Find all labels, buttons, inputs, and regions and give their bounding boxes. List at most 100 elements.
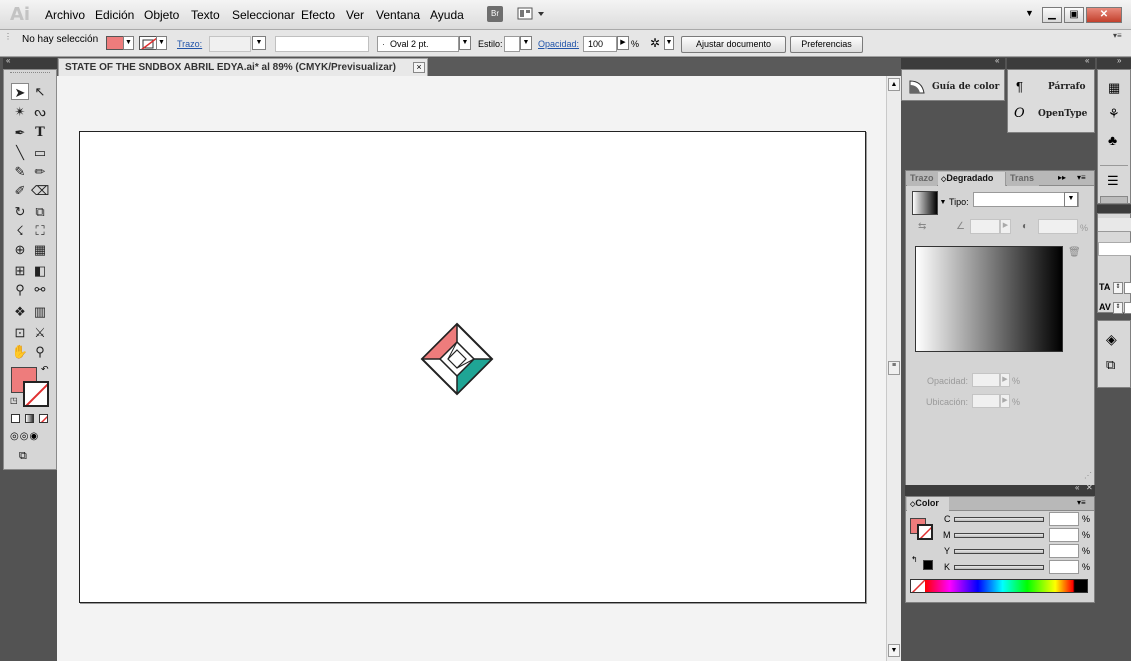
scale-tool-icon[interactable]: ⧉ [31,203,49,220]
gradient-tool-icon[interactable]: ◧ [31,262,49,279]
selection-tool-icon[interactable]: ➤ [11,83,29,100]
yellow-slider[interactable] [954,549,1044,554]
black-swatch[interactable] [923,560,933,570]
stop-location-dropdown[interactable]: ▶ [1000,394,1010,408]
default-colors-icon[interactable]: ◳ [10,396,18,405]
workspace-dropdown-icon[interactable]: ▼ [1025,8,1034,18]
arrange-documents-button[interactable] [517,6,547,22]
brush-dropdown[interactable]: ▼ [459,36,471,50]
stroke-dropdown[interactable]: ▼ [156,36,167,50]
stroke-color-box[interactable] [23,381,49,407]
pen-tool-icon[interactable]: ✒ [11,124,29,141]
vertical-scrollbar[interactable]: ▲ ≡ ▼ [886,76,901,661]
tab-color[interactable]: ◇Color [907,497,949,511]
preferencias-button[interactable]: Preferencias [790,36,863,53]
eyedropper-tool-icon[interactable]: ⚲ [11,281,29,298]
tab-degradado[interactable]: ◇Degradado [938,172,1006,186]
perspective-grid-tool-icon[interactable]: ▦ [31,241,49,258]
menu-ventana[interactable]: Ventana [376,8,420,22]
bridge-button[interactable]: Br [487,6,503,22]
hand-tool-icon[interactable]: ✋ [11,343,29,360]
tipo-dropdown[interactable]: ▼ [1064,192,1078,207]
yellow-field[interactable] [1049,544,1079,558]
gradient-panel-icon[interactable] [1100,196,1128,204]
swatches-icon[interactable]: ▦ [1108,80,1120,96]
menu-objeto[interactable]: Objeto [144,8,179,22]
controlbar-menu-icon[interactable]: ▾≡ [1113,31,1122,40]
stop-opacity-dropdown[interactable]: ▶ [1000,373,1010,387]
recolor-dropdown[interactable]: ▼ [664,36,674,50]
minimize-button[interactable]: ▁ [1042,7,1062,23]
ajustar-documento-button[interactable]: Ajustar documento [681,36,786,53]
scroll-thumb[interactable]: ≡ [888,361,900,375]
stop-location-field[interactable] [972,394,1000,408]
panel-menu-icon[interactable]: ▾≡ [1077,173,1086,182]
scroll-down-icon[interactable]: ▼ [888,644,900,657]
stroke-swatch[interactable] [139,36,157,50]
tab-transparencia[interactable]: Trans [1007,172,1039,186]
trazo-label[interactable]: Trazo: [177,39,202,49]
color-spectrum[interactable] [910,579,1088,593]
fill-swatch[interactable] [106,36,124,50]
menu-efecto[interactable]: Efecto [301,8,335,22]
magenta-slider[interactable] [954,533,1044,538]
shape-builder-tool-icon[interactable]: ⊕ [11,241,29,258]
expand-icon[interactable]: » [1117,56,1121,65]
opentype-icon[interactable]: O [1014,106,1025,121]
gradient-preset-dropdown[interactable]: ▼ [939,197,947,209]
tab-trazo[interactable]: Trazo [907,172,937,186]
font-size-field[interactable] [1124,282,1131,294]
kerning-field[interactable] [1124,302,1131,314]
brushes-icon[interactable]: ⚘ [1108,106,1120,122]
variable-width-field[interactable] [275,36,369,52]
opacidad-label[interactable]: Opacidad: [538,39,579,49]
tools-panel-header[interactable]: « [3,56,57,69]
layers-icon[interactable]: ◈ [1106,331,1117,348]
magenta-field[interactable] [1049,528,1079,542]
close-window-button[interactable]: ✕ [1086,7,1122,23]
panel-expand-icon[interactable]: ▸▸ [1058,173,1066,182]
collapse-icon[interactable]: « [6,56,10,65]
maximize-button[interactable]: ▣ [1064,7,1084,23]
delete-stop-icon[interactable]: 🗑 [1068,247,1081,258]
lasso-tool-icon[interactable]: ᔓ [31,103,49,120]
panel-menu-icon[interactable]: ▾≡ [1077,498,1086,507]
collapse-icon[interactable]: « [1075,483,1079,492]
magic-wand-tool-icon[interactable]: ✴ [11,103,29,120]
opentype-label[interactable]: OpenType [1038,109,1087,119]
fill-dropdown[interactable]: ▼ [123,36,134,50]
screen-mode-icon[interactable]: ⧉ [19,450,41,464]
artboards-icon[interactable]: ⧉ [1106,357,1115,373]
menu-texto[interactable]: Texto [191,8,220,22]
menu-archivo[interactable]: Archivo [45,8,85,22]
symbols-icon[interactable]: ♣ [1108,132,1117,148]
opacity-field[interactable]: 100 [583,36,617,52]
font-size-stepper[interactable]: ⇕ [1113,282,1123,294]
angle-dropdown[interactable]: ▶ [1000,219,1011,234]
blend-tool-icon[interactable]: ⚯ [31,281,49,298]
rectangle-tool-icon[interactable]: ▭ [31,144,49,161]
menu-ver[interactable]: Ver [346,8,364,22]
close-panel-icon[interactable]: ✕ [1086,483,1093,492]
type-tool-icon[interactable]: T [31,124,49,141]
angle-icon[interactable]: ∠ [956,221,965,232]
style-swatch[interactable] [504,36,520,52]
style-dropdown[interactable]: ▼ [520,36,532,50]
stroke-weight-dropdown[interactable]: ▼ [252,36,266,50]
gradient-mode-icon[interactable] [25,414,34,423]
diamond-artwork[interactable] [420,322,494,396]
black-field[interactable] [1049,560,1079,574]
swap-colors-icon[interactable]: ↶ [41,364,49,375]
color-mode-icon[interactable] [11,414,20,423]
collapse-icon[interactable]: « [995,56,999,65]
reverse-gradient-icon[interactable]: ⇆ [918,221,926,232]
brush-field[interactable]: · Oval 2 pt. [377,36,459,52]
font-size-icon[interactable]: TA [1099,282,1110,292]
kerning-icon[interactable]: AV [1099,302,1111,312]
direct-selection-tool-icon[interactable]: ↖ [31,83,49,100]
aspect-field[interactable] [1038,219,1078,234]
angle-field[interactable] [970,219,1000,234]
pencil-tool-icon[interactable]: ✏ [31,163,49,180]
eraser-tool-icon[interactable]: ⌫ [31,182,49,199]
close-document-button[interactable]: × [413,62,425,73]
